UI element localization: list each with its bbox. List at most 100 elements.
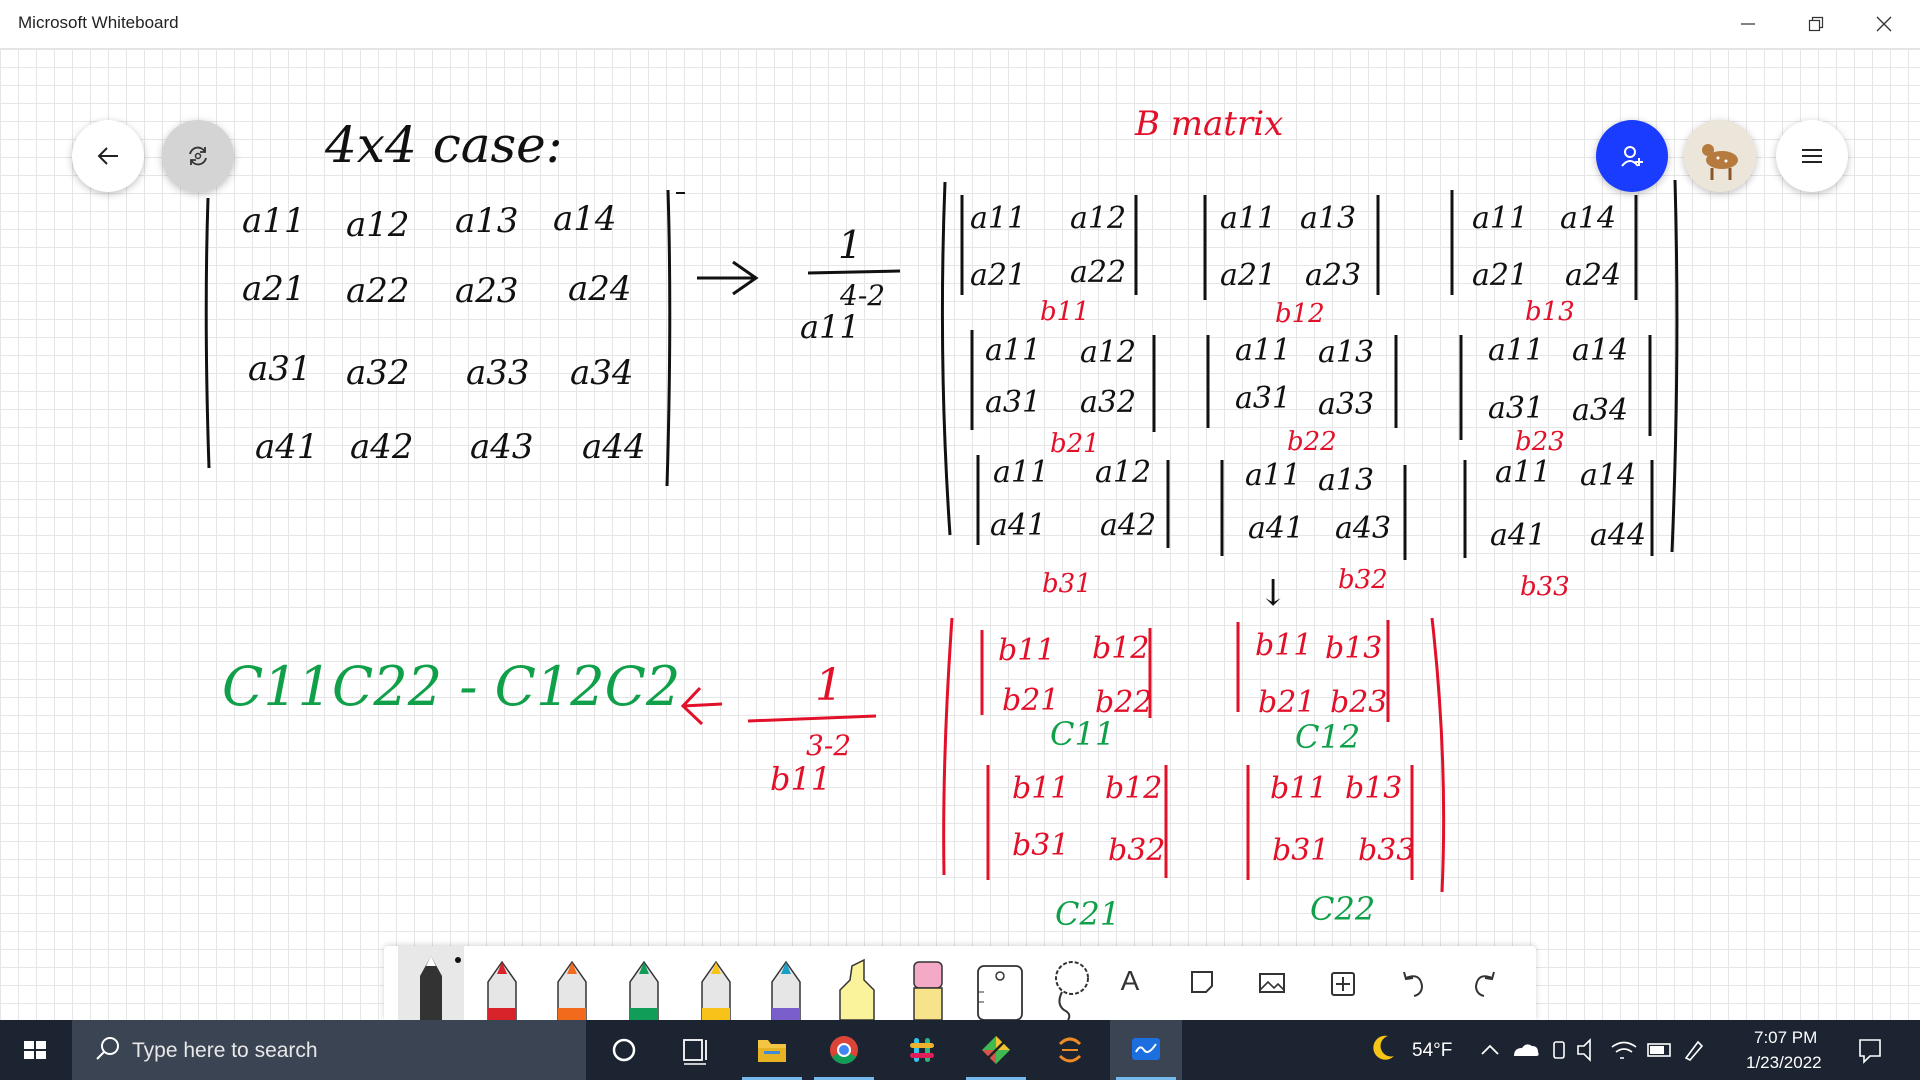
b-block-entry: a11: [1495, 455, 1551, 490]
b-block-entry: a11: [1472, 201, 1528, 236]
pen-orange-tool[interactable]: [540, 946, 604, 1020]
add-person-icon: [1621, 146, 1643, 167]
b-block-label: b21: [1050, 429, 1100, 459]
back-button[interactable]: [72, 120, 144, 192]
image-tool[interactable]: [1240, 946, 1304, 1020]
b-block-entry: a22: [1070, 255, 1126, 290]
cortana-button[interactable]: [588, 1020, 660, 1080]
b-block-entry: a44: [1590, 518, 1646, 553]
task-view-button[interactable]: [660, 1020, 732, 1080]
cortana-icon: [612, 1038, 636, 1062]
wifi-icon: [1611, 1041, 1637, 1059]
a-entry: a14: [553, 199, 617, 239]
factor2-fraction-bar: [747, 714, 877, 723]
b-block-entry: a42: [1100, 508, 1156, 543]
title-bar: Microsoft Whiteboard: [0, 0, 1920, 49]
b-block-entry: a11: [970, 201, 1026, 236]
taskbar-search-box[interactable]: Type here to search: [72, 1020, 586, 1080]
slack-button[interactable]: [886, 1020, 958, 1080]
notifications-icon[interactable]: [1850, 1020, 1890, 1080]
restore-icon: [1808, 16, 1824, 32]
text-tool[interactable]: A: [1098, 946, 1162, 1020]
a-entry: a32: [346, 353, 410, 393]
pen-yellow-tool[interactable]: [684, 946, 748, 1020]
a-entry: a31: [248, 349, 312, 389]
b-block-entry: a11: [993, 455, 1049, 490]
b-block-entry: a12: [1080, 335, 1136, 370]
pen-galaxy-icon: [771, 960, 801, 1020]
arrow-right-stroke: [697, 260, 759, 296]
colorful-app-icon: [982, 1036, 1010, 1064]
highlighter-icon: [839, 958, 875, 1020]
start-button[interactable]: [0, 1020, 70, 1080]
b-block-entry: a11: [1220, 201, 1276, 236]
c-block-entry: b13: [1345, 771, 1402, 806]
a-entry: a42: [350, 427, 414, 467]
b-block-entry: a12: [1070, 201, 1126, 236]
weather-temperature[interactable]: 54°F: [1412, 1040, 1452, 1062]
clock-time[interactable]: 7:07 PM: [1754, 1028, 1817, 1048]
clock-date[interactable]: 1/23/2022: [1746, 1053, 1822, 1073]
a-matrix-left-bracket: [204, 197, 211, 469]
pen-red-tool[interactable]: [470, 946, 534, 1020]
b-block-entry: a21: [1220, 258, 1276, 293]
a-entry: a23: [455, 271, 519, 311]
app-button[interactable]: [1034, 1020, 1106, 1080]
search-icon: [96, 1037, 119, 1060]
a-entry: a11: [242, 201, 306, 241]
b-block-entry: a32: [1080, 385, 1136, 420]
minimize-button[interactable]: [1712, 0, 1784, 48]
a-entry: a12: [346, 205, 410, 245]
b-block-label: b33: [1520, 572, 1570, 602]
whiteboard-icon: [1132, 1038, 1160, 1060]
b-block-entry: a41: [1490, 518, 1546, 553]
undo-button[interactable]: [1382, 946, 1446, 1020]
eraser-tool[interactable]: [896, 946, 960, 1020]
a-entry: a34: [570, 353, 634, 393]
pen-black-tool[interactable]: [398, 946, 464, 1020]
invite-button[interactable]: [1596, 120, 1668, 192]
note-tool[interactable]: [1170, 946, 1234, 1020]
highlighter-tool[interactable]: [826, 946, 890, 1020]
c-block-entry: b11: [1255, 628, 1312, 663]
b-block-entry: a21: [1472, 258, 1528, 293]
close-button[interactable]: [1848, 0, 1920, 48]
eraser-icon: [913, 961, 943, 1020]
pen-galaxy-tool[interactable]: [754, 946, 818, 1020]
arrow-down-stroke: ↓: [1258, 573, 1288, 614]
whiteboard-app-button[interactable]: [1110, 1020, 1182, 1080]
pen-red-icon: [487, 960, 517, 1020]
sync-icon: [189, 146, 207, 166]
orange-app-icon: [1058, 1037, 1082, 1063]
menu-button[interactable]: [1776, 120, 1848, 192]
factor1-numerator: 1: [838, 223, 862, 267]
file-explorer-button[interactable]: [736, 1020, 808, 1080]
pen-green-tool[interactable]: [612, 946, 676, 1020]
hamburger-menu-icon: [1802, 149, 1822, 163]
chrome-button[interactable]: [808, 1020, 880, 1080]
b-block-label: b32: [1338, 565, 1388, 595]
inking-toolbar: A: [384, 946, 1536, 1020]
c-block-entry: b31: [1272, 833, 1329, 868]
app-button[interactable]: [960, 1020, 1032, 1080]
avatar[interactable]: [1684, 120, 1756, 192]
b-matrix-title: B matrix: [1134, 104, 1283, 144]
a-entry: a21: [242, 269, 306, 309]
ruler-tool[interactable]: [968, 946, 1032, 1020]
sync-button[interactable]: [162, 120, 234, 192]
c-block-label: C22: [1310, 890, 1375, 928]
c-block-label: C12: [1295, 718, 1360, 756]
insert-tool[interactable]: [1310, 946, 1374, 1020]
lasso-tool[interactable]: [1038, 946, 1102, 1020]
undo-icon: [1403, 971, 1424, 997]
c-matrix-left-bracket: [942, 617, 954, 876]
b-block-entry: a43: [1335, 511, 1391, 546]
pen-green-icon: [629, 960, 659, 1020]
b-matrix-right-bracket: [1670, 179, 1679, 553]
restore-button[interactable]: [1780, 0, 1852, 48]
redo-button[interactable]: [1452, 946, 1516, 1020]
volume-icon: [1577, 1038, 1591, 1062]
close-icon: [1876, 16, 1892, 32]
slack-icon: [910, 1038, 934, 1062]
heading-text: 4x4 case:: [324, 116, 563, 174]
